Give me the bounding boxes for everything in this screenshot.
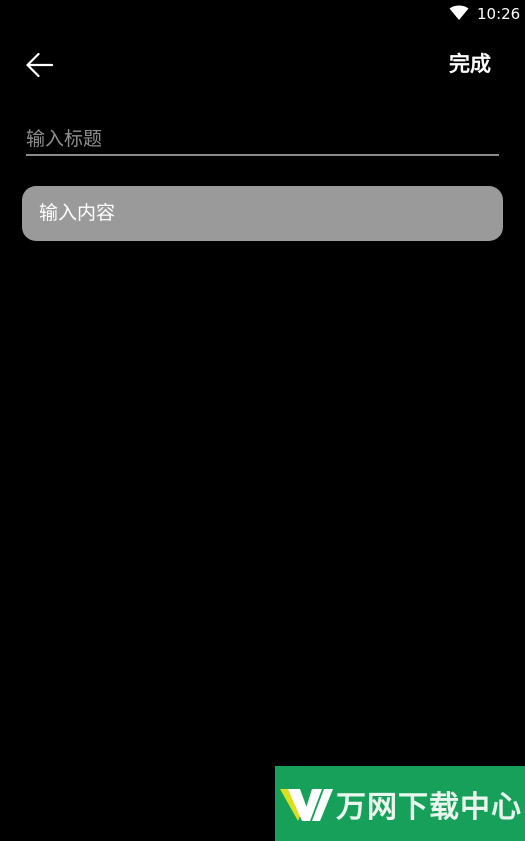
content-input[interactable]: 输入内容 [22,186,503,241]
arrow-left-icon [26,52,53,78]
status-time: 10:26 [477,5,521,23]
watermark: 万网下载中心 [275,766,525,841]
title-input[interactable]: 输入标题 [26,122,499,156]
wifi-icon [449,5,469,20]
watermark-logo [280,788,333,821]
status-bar: 10:26 [0,0,525,28]
done-button[interactable]: 完成 [440,48,500,80]
title-placeholder: 输入标题 [26,128,103,150]
watermark-text: 万网下载中心 [336,789,522,825]
back-button[interactable] [22,49,56,81]
content-placeholder: 输入内容 [39,202,116,224]
